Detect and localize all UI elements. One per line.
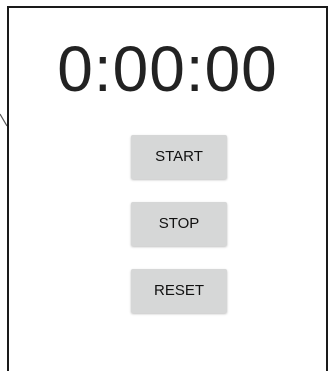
app-window: 0:00:00 START STOP RESET	[7, 6, 328, 371]
reset-button[interactable]: RESET	[131, 269, 227, 313]
start-button[interactable]: START	[131, 135, 227, 179]
stop-button[interactable]: STOP	[131, 202, 227, 246]
timer-display: 0:00:00	[57, 33, 278, 105]
